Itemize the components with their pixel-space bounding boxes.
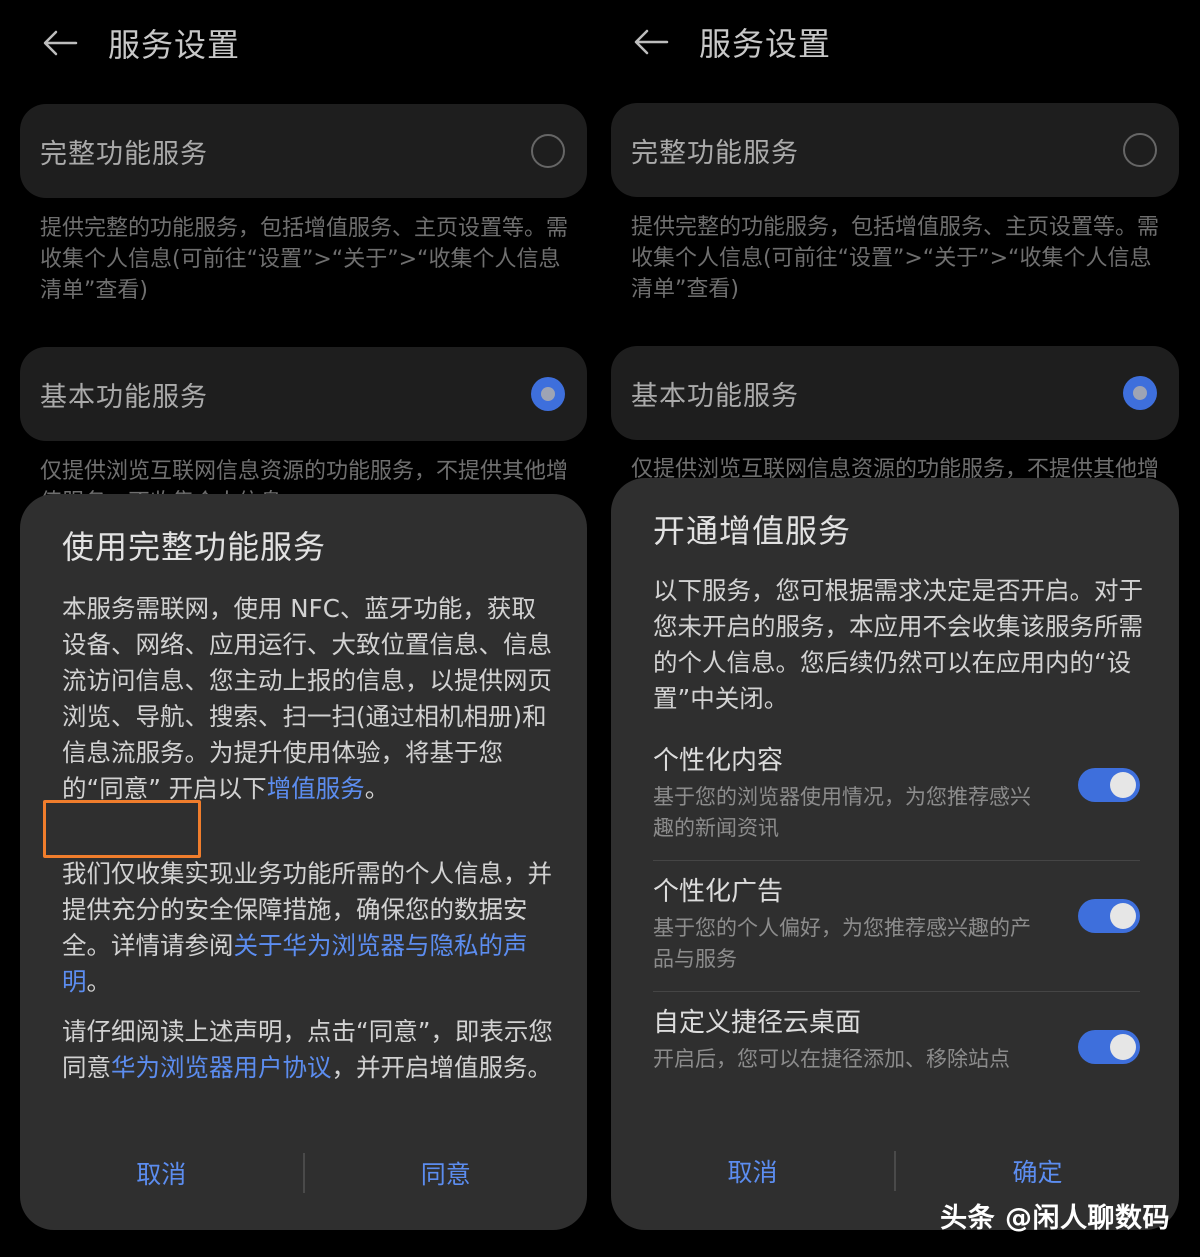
full-service-option[interactable]: 完整功能服务 xyxy=(20,104,587,198)
full-service-dialog: 使用完整功能服务 本服务需联网，使用 NFC、蓝牙功能，获取设备、网络、应用运行… xyxy=(20,494,587,1230)
toggle-knob xyxy=(1110,903,1136,929)
custom-shortcut-toggle[interactable] xyxy=(1078,1030,1140,1064)
header: 服务设置 xyxy=(40,18,240,68)
basic-service-radio-selected[interactable] xyxy=(531,377,565,411)
agree-button[interactable]: 同意 xyxy=(305,1155,588,1191)
value-added-services-link[interactable]: 增值服务 xyxy=(267,774,365,803)
basic-service-radio-selected[interactable] xyxy=(1123,376,1157,410)
option-description: 基于您的浏览器使用情况，为您推荐感兴趣的新闻资讯 xyxy=(653,785,1031,840)
right-screen: 服务设置 完整功能服务 提供完整的功能服务，包括增值服务、主页设置等。需收集个人… xyxy=(591,0,1200,1257)
dialog-paragraph-2: 我们仅收集实现业务功能所需的个人信息，并提供充分的安全保障措施，确保您的数据安全… xyxy=(62,856,557,1000)
user-agreement-link[interactable]: 华为浏览器用户协议 xyxy=(111,1053,332,1082)
dialog-paragraph-1: 本服务需联网，使用 NFC、蓝牙功能，获取设备、网络、应用运行、大致位置信息、信… xyxy=(62,591,557,807)
dialog-title: 开通增值服务 xyxy=(653,512,852,550)
personalized-ads-toggle[interactable] xyxy=(1078,899,1140,933)
dialog-intro: 以下服务，您可根据需求决定是否开启。对于您未开启的服务，本应用不会收集该服务所需… xyxy=(653,576,1143,713)
dialog-button-row: 取消 确定 xyxy=(611,1146,1179,1196)
full-service-description: 提供完整的功能服务，包括增值服务、主页设置等。需收集个人信息(可前往“设置”>“… xyxy=(631,215,1160,302)
watermark: 头条 @闲人聊数码 xyxy=(940,1203,1170,1234)
divider xyxy=(653,860,1140,861)
dialog-p1-end: 。 xyxy=(364,774,390,803)
option-title: 自定义捷径云桌面 xyxy=(653,1008,862,1038)
dialog-button-row: 取消 同意 xyxy=(20,1148,587,1198)
highlight-annotation-box xyxy=(43,800,201,858)
dialog-p1-text: 本服务需联网，使用 NFC、蓝牙功能，获取设备、网络、应用运行、大致位置信息、信… xyxy=(62,594,552,803)
divider xyxy=(653,991,1140,992)
page-title: 服务设置 xyxy=(699,25,832,63)
option-custom-shortcut-cloud-desktop: 自定义捷径云桌面 开启后，您可以在捷径添加、移除站点 xyxy=(653,1006,1140,1075)
toggle-knob xyxy=(1110,1034,1136,1060)
page-title: 服务设置 xyxy=(108,26,241,64)
basic-service-option[interactable]: 基本功能服务 xyxy=(20,347,587,441)
back-arrow-icon[interactable] xyxy=(40,23,80,63)
basic-service-label: 基本功能服务 xyxy=(40,381,208,413)
option-personalized-content: 个性化内容 基于您的浏览器使用情况，为您推荐感兴趣的新闻资讯 xyxy=(653,744,1140,844)
basic-service-option[interactable]: 基本功能服务 xyxy=(611,346,1179,440)
dialog-p2-end: 。 xyxy=(86,967,112,996)
full-service-radio[interactable] xyxy=(1123,133,1157,167)
dialog-p3-end: ，并开启增值服务。 xyxy=(331,1053,553,1082)
confirm-button[interactable]: 确定 xyxy=(896,1153,1179,1189)
full-service-option[interactable]: 完整功能服务 xyxy=(611,103,1179,197)
cancel-button[interactable]: 取消 xyxy=(611,1153,894,1189)
option-title: 个性化内容 xyxy=(653,746,784,776)
option-description: 基于您的个人偏好，为您推荐感兴趣的产品与服务 xyxy=(653,916,1031,971)
value-added-services-dialog: 开通增值服务 以下服务，您可根据需求决定是否开启。对于您未开启的服务，本应用不会… xyxy=(611,478,1179,1230)
header: 服务设置 xyxy=(631,17,831,67)
toggle-knob xyxy=(1110,772,1136,798)
option-title: 个性化广告 xyxy=(653,877,784,907)
full-service-description: 提供完整的功能服务，包括增值服务、主页设置等。需收集个人信息(可前往“设置”>“… xyxy=(40,216,569,303)
full-service-label: 完整功能服务 xyxy=(631,137,799,169)
full-service-radio[interactable] xyxy=(531,134,565,168)
cancel-button[interactable]: 取消 xyxy=(20,1155,303,1191)
option-description: 开启后，您可以在捷径添加、移除站点 xyxy=(653,1047,1010,1071)
personalized-content-toggle[interactable] xyxy=(1078,768,1140,802)
option-personalized-ads: 个性化广告 基于您的个人偏好，为您推荐感兴趣的产品与服务 xyxy=(653,875,1140,975)
dialog-title: 使用完整功能服务 xyxy=(62,528,327,566)
full-service-label: 完整功能服务 xyxy=(40,138,208,170)
dialog-paragraph-3: 请仔细阅读上述声明，点击“同意”，即表示您同意华为浏览器用户协议，并开启增值服务… xyxy=(62,1014,557,1086)
back-arrow-icon[interactable] xyxy=(631,22,671,62)
basic-service-label: 基本功能服务 xyxy=(631,380,799,412)
left-screen: 服务设置 完整功能服务 提供完整的功能服务，包括增值服务、主页设置等。需收集个人… xyxy=(0,0,600,1257)
